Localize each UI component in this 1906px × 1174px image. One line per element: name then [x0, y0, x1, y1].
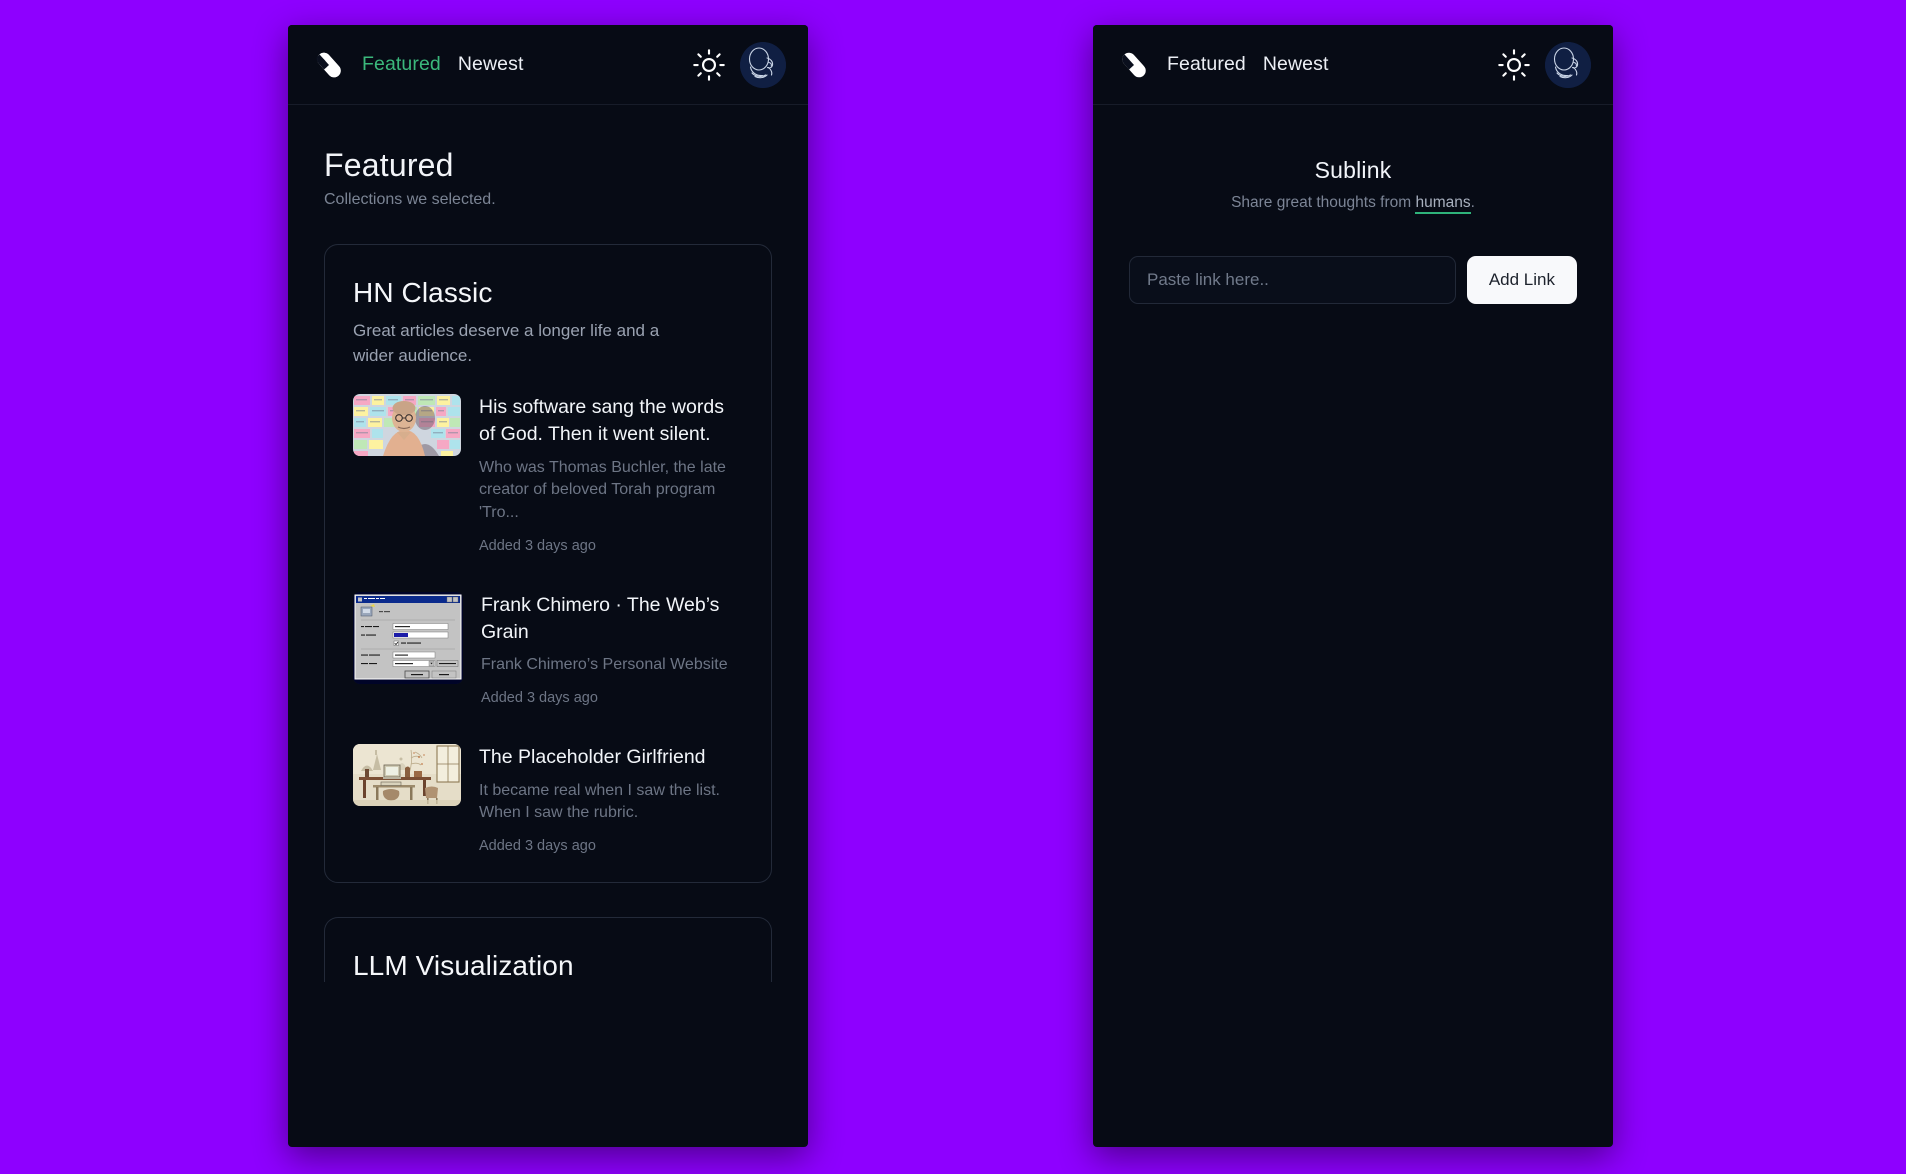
compose-view: Sublink Share great thoughts from humans…: [1093, 105, 1613, 304]
collection-card-llm-visualization[interactable]: LLM Visualization: [324, 917, 772, 983]
sun-icon[interactable]: [1497, 48, 1531, 82]
header-actions-right: [1497, 41, 1591, 88]
brand-tagline: Share great thoughts from humans.: [1093, 194, 1613, 214]
page-title: Featured: [324, 147, 454, 183]
page-subtitle: Collections we selected.: [324, 191, 496, 208]
sun-icon[interactable]: [692, 48, 726, 82]
collection-card-hn-classic[interactable]: HN Classic Great articles deserve a long…: [324, 244, 772, 884]
header-actions-left: [692, 41, 786, 88]
app-header-left: Featured Newest: [288, 25, 808, 105]
page-head: Featured Collections we selected.: [288, 105, 808, 209]
link-body: Frank Chimero · The Web’s Grain Frank Ch…: [481, 592, 743, 706]
link-title[interactable]: His software sang the words of God. Then…: [479, 394, 743, 447]
app-header-right: Featured Newest: [1093, 25, 1613, 105]
add-link-button[interactable]: Add Link: [1466, 256, 1577, 304]
primary-nav-left: Featured Newest: [362, 53, 523, 76]
user-avatar[interactable]: [740, 41, 786, 88]
tagline-text-after: .: [1470, 194, 1475, 211]
collection-title: HN Classic: [353, 277, 493, 308]
paste-link-input[interactable]: [1129, 256, 1456, 304]
nav-link-newest[interactable]: Newest: [1263, 53, 1329, 76]
collection-link-list: His software sang the words of God. Then…: [353, 394, 743, 854]
browser-panel-featured: Featured Newest Featured Collections we …: [288, 25, 808, 1147]
link-body: His software sang the words of God. Then…: [479, 394, 743, 554]
nav-link-newest[interactable]: Newest: [458, 53, 524, 76]
thumbnail-windows95-dialog: [353, 591, 463, 684]
link-description: It became real when I saw the list. When…: [479, 781, 720, 822]
link-added-timestamp: Added 3 days ago: [479, 537, 596, 554]
brand-title: Sublink: [1314, 157, 1392, 183]
list-item[interactable]: Frank Chimero · The Web’s Grain Frank Ch…: [353, 591, 743, 706]
link-added-timestamp: Added 3 days ago: [479, 838, 596, 855]
link-body: The Placeholder Girlfriend It became rea…: [479, 744, 743, 854]
link-title[interactable]: Frank Chimero · The Web’s Grain: [481, 592, 743, 645]
pill-logo-icon[interactable]: [1115, 46, 1153, 84]
browser-panel-compose: Featured Newest Sublink Share great thou…: [1093, 25, 1613, 1147]
add-link-form: Add Link: [1093, 256, 1613, 304]
collection-description: Great articles deserve a longer life and…: [353, 321, 660, 365]
tagline-text-before: Share great thoughts from: [1231, 194, 1416, 211]
nav-link-featured[interactable]: Featured: [362, 53, 441, 76]
thumbnail-sepia-desk-illustration: [353, 743, 461, 806]
pill-logo-icon[interactable]: [310, 46, 348, 84]
link-description: Frank Chimero’s Personal Website: [481, 656, 728, 674]
thumbnail-hebrew-sticky-notes: [353, 394, 461, 457]
featured-feed-scroll[interactable]: Featured Collections we selected. HN Cla…: [288, 105, 808, 1147]
link-description: Who was Thomas Buchler, the late creator…: [479, 458, 726, 522]
user-avatar[interactable]: [1545, 41, 1591, 88]
collection-title: LLM Visualization: [353, 950, 574, 982]
link-added-timestamp: Added 3 days ago: [481, 689, 598, 706]
primary-nav-right: Featured Newest: [1167, 53, 1328, 76]
humans-link[interactable]: humans: [1415, 194, 1471, 214]
link-title[interactable]: The Placeholder Girlfriend: [479, 744, 743, 771]
list-item[interactable]: The Placeholder Girlfriend It became rea…: [353, 743, 743, 854]
nav-link-featured[interactable]: Featured: [1167, 53, 1246, 76]
list-item[interactable]: His software sang the words of God. Then…: [353, 394, 743, 554]
